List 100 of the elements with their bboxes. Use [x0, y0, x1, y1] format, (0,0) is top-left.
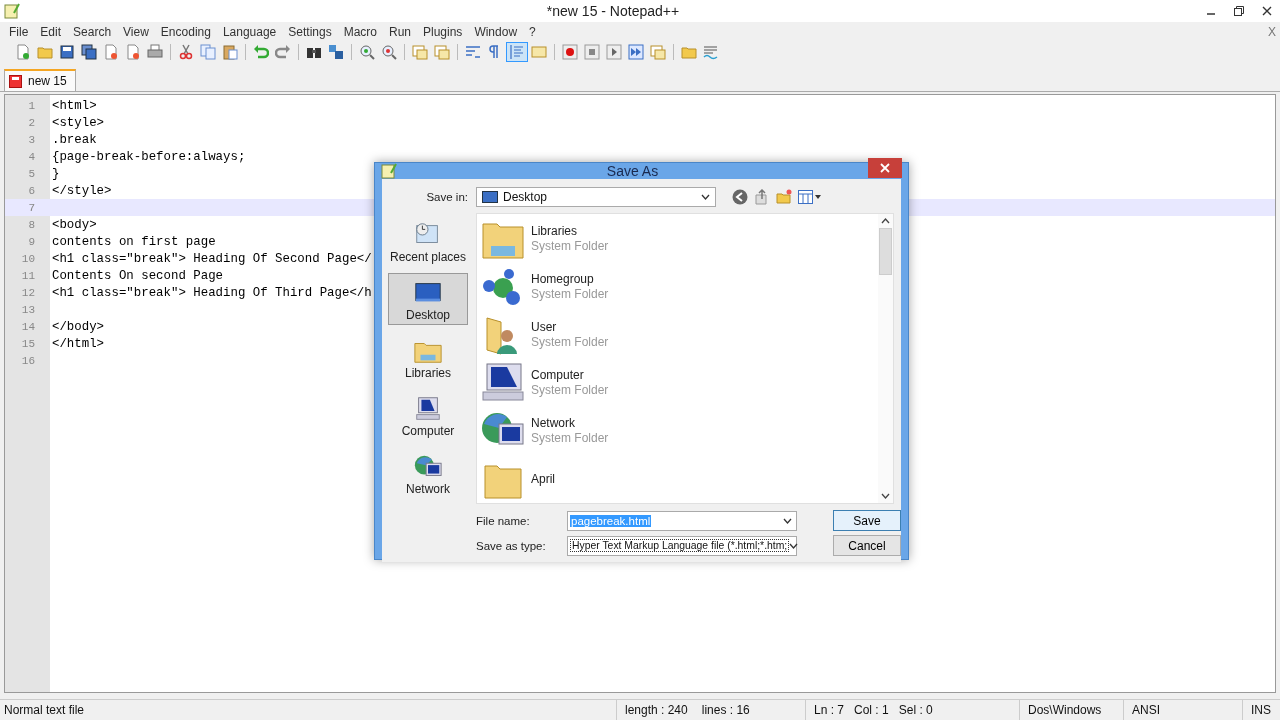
line-number: 15 — [20, 337, 35, 350]
item-name[interactable]: Homegroup — [531, 272, 609, 286]
insert-mode-label: INS — [1242, 700, 1280, 720]
menu-item[interactable]: View — [118, 24, 156, 39]
sync-scroll-icon-button[interactable] — [431, 42, 453, 62]
item-type: System Folder — [531, 383, 609, 397]
menu-item[interactable]: Settings — [283, 24, 339, 39]
places-item[interactable]: Network — [388, 447, 468, 499]
up-folder-icon[interactable] — [754, 189, 770, 205]
code-line: contents on first page — [52, 234, 216, 249]
line-number: 11 — [20, 269, 35, 282]
menu-item[interactable]: ? — [524, 24, 543, 39]
code-line: <h1 class="break"> Heading Of Third Page</h — [52, 285, 372, 300]
line-position-label: Ln : 7 — [814, 703, 845, 717]
code-line: } — [52, 166, 60, 181]
save-button[interactable]: Save — [833, 510, 901, 531]
zoom-in-icon — [359, 44, 375, 60]
play-icon — [606, 44, 622, 60]
line-number: 4 — [27, 150, 35, 163]
code-line: <h1 class="break"> Heading Of Second Page</ — [52, 251, 372, 266]
menu-item[interactable]: Run — [384, 24, 418, 39]
new-file-icon — [15, 44, 31, 60]
item-name[interactable]: Computer — [531, 368, 609, 382]
item-name[interactable]: April — [531, 471, 555, 486]
view-menu-icon[interactable] — [798, 190, 822, 204]
document-tab[interactable]: new 15 — [4, 69, 76, 91]
folder-icon — [681, 44, 697, 60]
code-line: {page-break-before:always; — [52, 149, 246, 164]
menu-item[interactable]: Window — [469, 24, 525, 39]
copy-icon-button[interactable] — [197, 42, 219, 62]
code-line: </body> — [52, 319, 105, 334]
close-icon[interactable] — [1262, 6, 1272, 16]
printer-icon — [147, 44, 163, 60]
record-icon-button[interactable] — [559, 42, 581, 62]
menu-item[interactable]: Plugins — [418, 24, 470, 39]
new-folder-icon[interactable] — [776, 189, 792, 205]
chevron-down-icon — [783, 517, 792, 524]
item-name[interactable]: Network — [531, 416, 609, 430]
sync-scroll-icon — [412, 44, 428, 60]
line-number: 12 — [20, 286, 35, 299]
item-name[interactable]: Libraries — [531, 224, 609, 238]
save-as-type-label: Save as type: — [476, 539, 547, 552]
item-type: System Folder — [531, 239, 609, 253]
chevron-down-icon — [701, 194, 710, 200]
places-item[interactable]: Computer — [388, 389, 468, 441]
sync-scroll-icon — [434, 44, 450, 60]
item-type: System Folder — [531, 431, 609, 445]
line-number: 3 — [27, 133, 35, 146]
record-icon — [562, 44, 578, 60]
code-line: .break — [52, 132, 97, 147]
menu-item[interactable]: Macro — [338, 24, 384, 39]
macro-list-icon-button[interactable] — [647, 42, 669, 62]
stop-icon-button[interactable] — [581, 42, 603, 62]
sync-scroll-icon-button[interactable] — [409, 42, 431, 62]
menu-item[interactable]: Language — [217, 24, 284, 39]
restore-icon[interactable] — [1234, 6, 1244, 16]
scroll-down-icon[interactable] — [881, 493, 890, 499]
close-document-button[interactable]: X — [1268, 24, 1276, 39]
line-number: 5 — [27, 167, 35, 180]
line-number: 10 — [20, 252, 35, 265]
scroll-up-icon[interactable] — [881, 218, 890, 224]
places-item[interactable]: Recent places — [388, 215, 468, 267]
line-ending-label: Dos\Windows — [1019, 700, 1123, 720]
line-number: 16 — [20, 354, 35, 367]
line-number: 13 — [20, 303, 35, 316]
places-item[interactable]: Libraries — [388, 331, 468, 383]
menu-item[interactable]: File — [4, 24, 36, 39]
notepad-app-icon — [4, 3, 20, 19]
code-line: <body> — [52, 217, 97, 232]
scrollbar[interactable] — [878, 214, 893, 503]
line-number: 2 — [27, 116, 35, 129]
file-name-label: File name: — [476, 514, 531, 527]
line-number: 8 — [27, 218, 35, 231]
places-item[interactable]: Desktop — [388, 273, 468, 325]
indent-guide-icon-button[interactable] — [506, 42, 528, 62]
fast-forward-icon-button[interactable] — [625, 42, 647, 62]
play-icon-button[interactable] — [603, 42, 625, 62]
close-icon — [880, 163, 890, 173]
menu-item[interactable]: Edit — [35, 24, 69, 39]
computer-icon — [481, 361, 525, 404]
undo-icon — [253, 44, 269, 60]
macro-list-icon — [650, 44, 666, 60]
menu-item[interactable]: Search — [68, 24, 119, 39]
floppy-disks-icon-button[interactable] — [78, 42, 100, 62]
column-position-label: Col : 1 — [854, 703, 889, 717]
notepad-app-icon — [381, 163, 397, 179]
code-line: </html> — [52, 336, 105, 351]
line-number: 9 — [27, 235, 35, 248]
line-number: 7 — [27, 201, 35, 214]
item-name[interactable]: User — [531, 320, 609, 334]
save-as-type-dropdown[interactable]: Hyper Text Markup Language file (*.html;*.htm; — [567, 535, 797, 556]
scroll-thumb[interactable] — [879, 228, 892, 275]
menu-item[interactable]: Encoding — [155, 24, 218, 39]
close-button[interactable] — [868, 158, 902, 178]
files-close-icon — [125, 44, 141, 60]
cancel-button[interactable]: Cancel — [833, 535, 901, 556]
save-in-dropdown[interactable]: Desktop — [476, 187, 716, 207]
clipboard-icon — [222, 44, 238, 60]
encoding-label: ANSI — [1123, 700, 1242, 720]
redo-icon — [275, 44, 291, 60]
